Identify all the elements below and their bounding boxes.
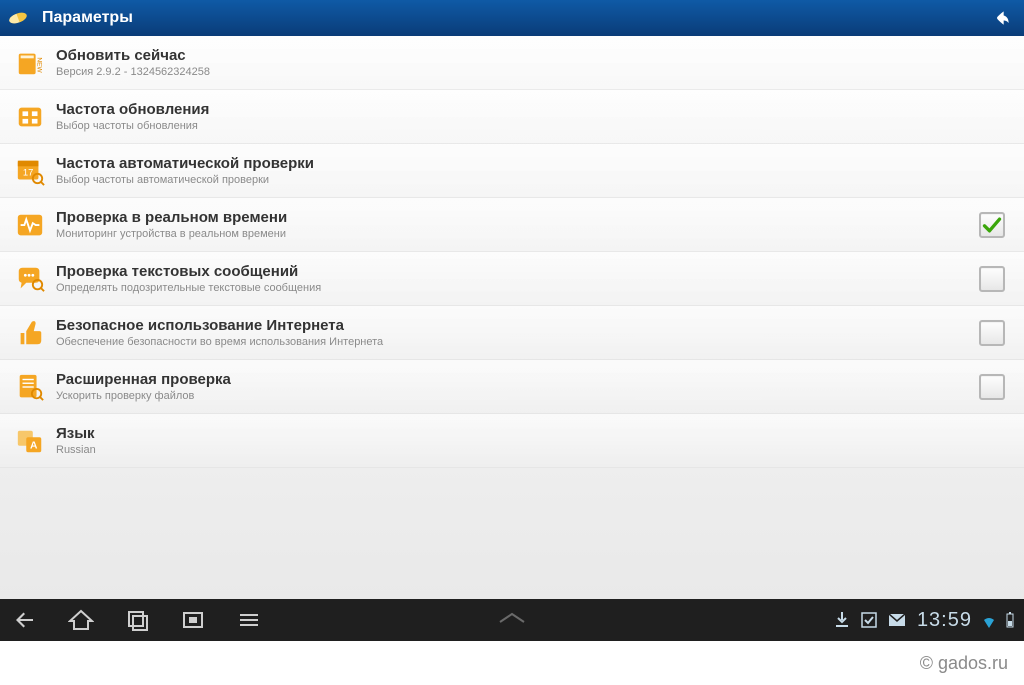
row-text: Частота автоматической проверки Выбор ча… <box>56 155 1012 186</box>
watermark-text: © gados.ru <box>920 653 1008 674</box>
realtime-scan-icon <box>12 207 48 243</box>
update-now-icon: NEW <box>12 45 48 81</box>
row-extended-scan[interactable]: Расширенная проверка Ускорить проверку ф… <box>0 360 1024 414</box>
row-text: Язык Russian <box>56 425 1012 456</box>
sms-scan-checkbox[interactable] <box>979 266 1005 292</box>
download-icon <box>835 612 849 628</box>
row-subtitle: Russian <box>56 444 1012 456</box>
mail-icon <box>889 614 905 626</box>
nav-menu-button[interactable] <box>234 605 264 635</box>
row-safe-internet[interactable]: Безопасное использование Интернета Обесп… <box>0 306 1024 360</box>
back-button[interactable] <box>988 4 1016 32</box>
row-text: Частота обновления Выбор частоты обновле… <box>56 101 1012 132</box>
checkbox-tray-icon <box>861 612 877 628</box>
extended-scan-checkbox[interactable] <box>979 374 1005 400</box>
header-title: Параметры <box>42 9 133 27</box>
row-subtitle: Выбор частоты автоматической проверки <box>56 174 1012 186</box>
thumbs-up-icon <box>12 315 48 351</box>
row-title: Обновить сейчас <box>56 47 1012 64</box>
row-subtitle: Ускорить проверку файлов <box>56 390 972 402</box>
row-subtitle: Выбор частоты обновления <box>56 120 1012 132</box>
document-search-icon <box>12 369 48 405</box>
header-bar: Параметры <box>0 0 1024 36</box>
row-subtitle: Обеспечение безопасности во время исполь… <box>56 336 972 348</box>
row-text: Проверка текстовых сообщений Определять … <box>56 263 972 294</box>
row-update-now[interactable]: NEW Обновить сейчас Версия 2.9.2 - 13245… <box>0 36 1024 90</box>
nav-home-button[interactable] <box>66 605 96 635</box>
row-title: Частота автоматической проверки <box>56 155 1012 172</box>
row-title: Частота обновления <box>56 101 1012 118</box>
app-root: Параметры NEW Обновить сейчас Версия 2.9… <box>0 0 1024 685</box>
language-icon: A <box>12 423 48 459</box>
row-title: Расширенная проверка <box>56 371 972 388</box>
nav-screenshot-button[interactable] <box>178 605 208 635</box>
row-title: Проверка текстовых сообщений <box>56 263 972 280</box>
row-update-frequency[interactable]: Частота обновления Выбор частоты обновле… <box>0 90 1024 144</box>
row-text: Безопасное использование Интернета Обесп… <box>56 317 972 348</box>
nav-back-button[interactable] <box>10 605 40 635</box>
svg-text:17: 17 <box>23 167 33 177</box>
nav-recent-button[interactable] <box>122 605 152 635</box>
calendar-scan-icon: 17 <box>12 153 48 189</box>
watermark-footer: © gados.ru <box>0 641 1024 685</box>
row-sms-scan[interactable]: Проверка текстовых сообщений Определять … <box>0 252 1024 306</box>
expand-caret-icon[interactable] <box>498 611 526 629</box>
settings-list: NEW Обновить сейчас Версия 2.9.2 - 13245… <box>0 36 1024 599</box>
realtime-scan-checkbox[interactable] <box>979 212 1005 238</box>
row-text: Расширенная проверка Ускорить проверку ф… <box>56 371 972 402</box>
system-tray[interactable]: 13:59 <box>835 599 1014 641</box>
svg-text:NEW: NEW <box>36 57 43 73</box>
row-language[interactable]: A Язык Russian <box>0 414 1024 468</box>
row-title: Проверка в реальном времени <box>56 209 972 226</box>
system-navbar: 13:59 <box>0 599 1024 641</box>
row-subtitle: Мониторинг устройства в реальном времени <box>56 228 972 240</box>
clock-text: 13:59 <box>917 609 972 632</box>
row-autoscan-frequency[interactable]: 17 Частота автоматической проверки Выбор… <box>0 144 1024 198</box>
row-title: Безопасное использование Интернета <box>56 317 972 334</box>
wifi-icon <box>984 612 994 628</box>
row-title: Язык <box>56 425 1012 442</box>
row-text: Проверка в реальном времени Мониторинг у… <box>56 209 972 240</box>
row-subtitle: Версия 2.9.2 - 1324562324258 <box>56 66 1012 78</box>
row-text: Обновить сейчас Версия 2.9.2 - 132456232… <box>56 47 1012 78</box>
row-subtitle: Определять подозрительные текстовые сооб… <box>56 282 972 294</box>
safe-internet-checkbox[interactable] <box>979 320 1005 346</box>
sms-scan-icon <box>12 261 48 297</box>
app-pill-icon <box>0 0 36 36</box>
row-realtime-scan[interactable]: Проверка в реальном времени Мониторинг у… <box>0 198 1024 252</box>
update-frequency-icon <box>12 99 48 135</box>
svg-text:A: A <box>30 440 38 451</box>
battery-icon <box>1006 612 1014 628</box>
